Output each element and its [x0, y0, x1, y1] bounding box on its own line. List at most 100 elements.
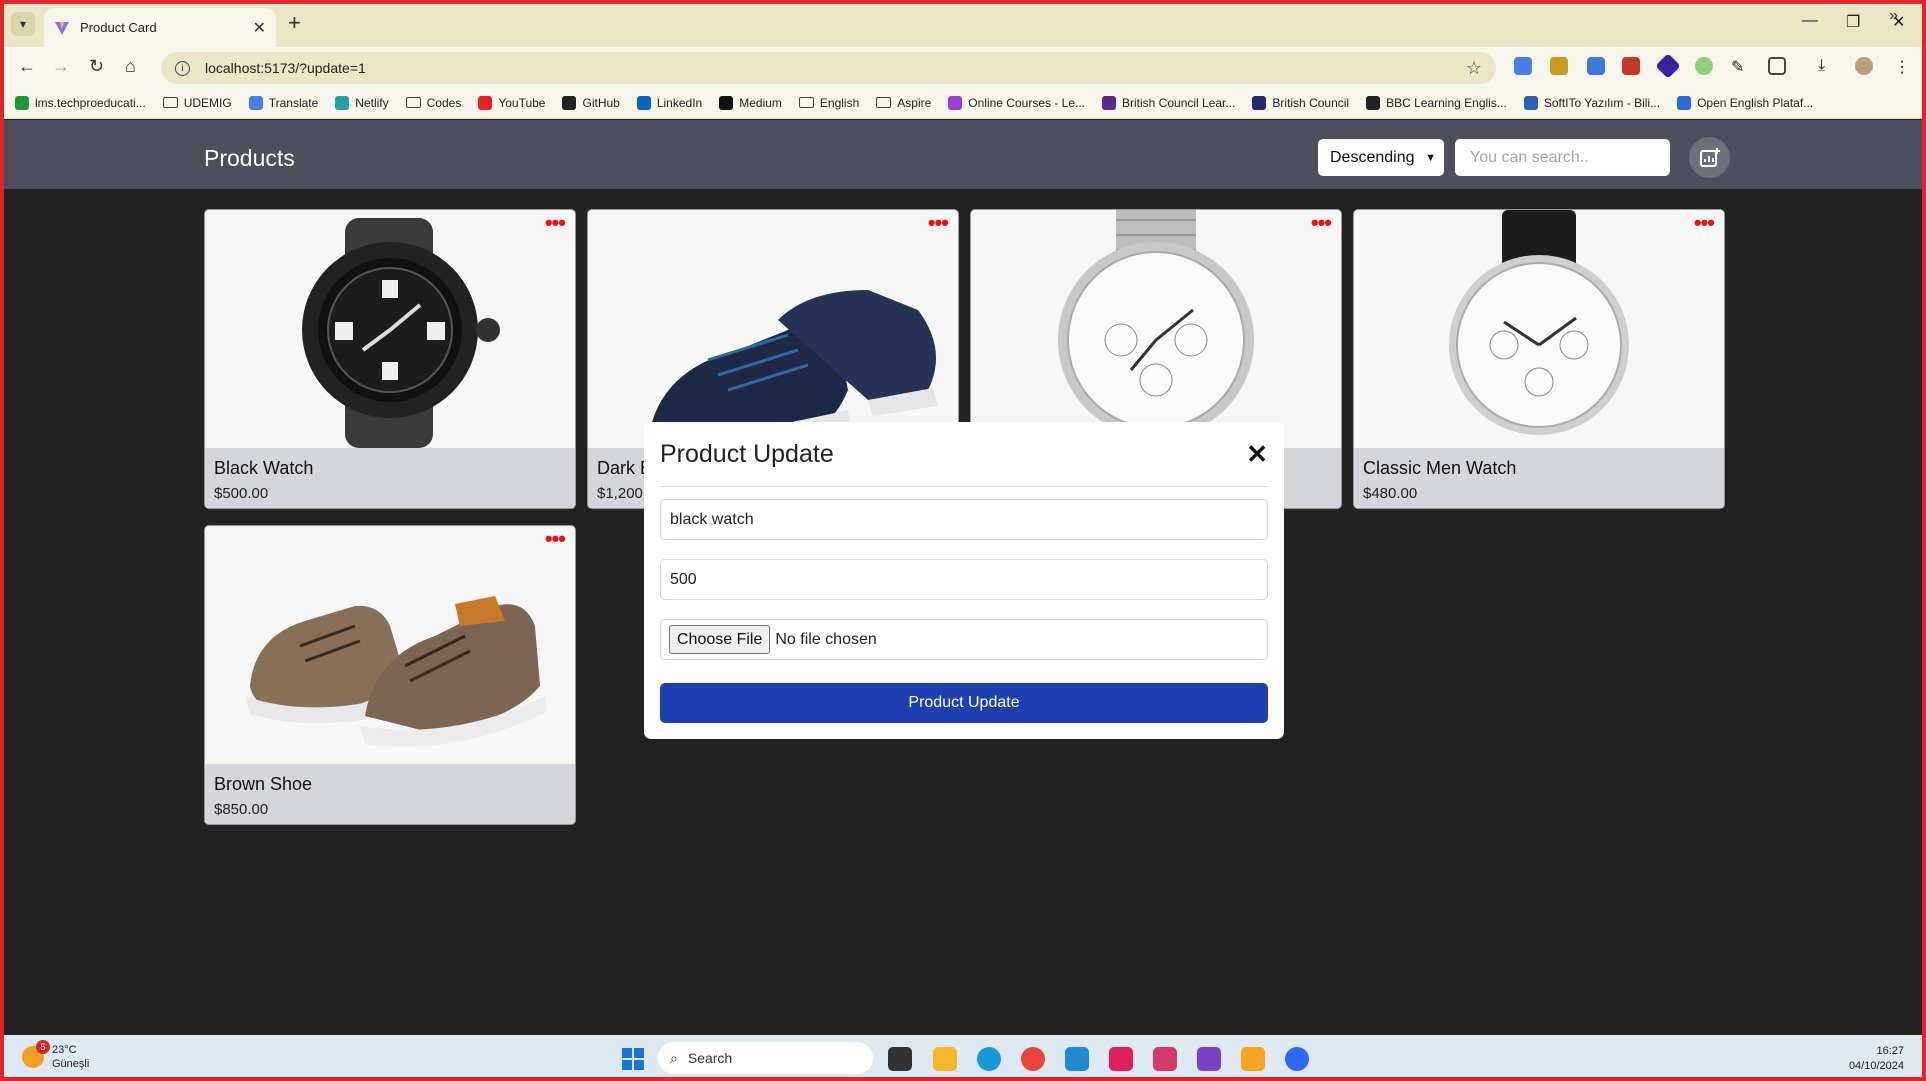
bookmark-item[interactable]: English	[798, 96, 859, 110]
product-card[interactable]: ••• Black Watch $500.00	[204, 209, 576, 509]
udemy-icon	[948, 95, 963, 110]
search-input[interactable]	[1455, 139, 1670, 176]
snipping-tool-icon[interactable]	[1153, 1047, 1177, 1071]
bbc-icon	[1366, 95, 1381, 110]
address-bar[interactable]: i localhost:5173/?update=1 ☆	[161, 52, 1496, 84]
edge-icon[interactable]	[977, 1047, 1001, 1071]
home-icon[interactable]: ⌂	[125, 56, 136, 76]
product-image	[205, 210, 575, 448]
clock-time: 16:27	[1876, 1045, 1904, 1057]
card-menu-icon[interactable]: •••	[1694, 212, 1715, 234]
bookmark-item[interactable]: YouTube	[478, 95, 545, 110]
doc-extension-icon[interactable]	[1587, 57, 1605, 75]
bookmark-label: Medium	[739, 95, 782, 110]
tab-search-button[interactable]: ▾	[11, 12, 35, 36]
chrome-icon[interactable]	[1021, 1047, 1045, 1071]
netlify-icon	[335, 95, 350, 110]
card-info: Black Watch $500.00	[205, 448, 575, 508]
medium-icon	[719, 95, 734, 110]
bookmark-item[interactable]: British Council Lear...	[1102, 95, 1235, 110]
close-icon[interactable]: ✕	[1246, 439, 1268, 470]
bookmark-label: SoftITo Yazılım - Bili...	[1543, 95, 1661, 110]
bookmark-item[interactable]: Codes	[405, 96, 461, 110]
profile-avatar[interactable]	[1855, 57, 1873, 75]
bookmark-item[interactable]: Online Courses - Le...	[948, 95, 1085, 110]
reload-icon[interactable]: ↻	[89, 56, 104, 76]
modal-title: Product Update	[660, 439, 834, 468]
browser-tab[interactable]: Product Card ✕	[44, 8, 276, 47]
card-menu-icon[interactable]: •••	[545, 212, 566, 234]
task-view-icon[interactable]	[888, 1047, 912, 1071]
site-info-icon[interactable]: i	[175, 60, 190, 76]
page-title: Products	[204, 145, 295, 171]
product-image	[205, 526, 575, 764]
weather-condition: Güneşli	[52, 1058, 90, 1070]
bookmark-item[interactable]: lms.techproeducati...	[15, 95, 146, 110]
youtube-icon	[478, 95, 493, 110]
card-menu-icon[interactable]: •••	[545, 528, 566, 550]
bookmark-item[interactable]: LinkedIn	[636, 95, 702, 110]
card-menu-icon[interactable]: •••	[1311, 212, 1332, 234]
product-card[interactable]: ••• Brown Shoe $850.00	[204, 525, 576, 825]
weather-widget[interactable]: 5 23°C Güneşli	[22, 1040, 90, 1071]
bookmark-item[interactable]: Medium	[719, 95, 782, 110]
product-update-modal: Product Update ✕ black watch 500 Choose …	[644, 422, 1284, 739]
browser-menu-icon[interactable]: ⋮	[1893, 57, 1911, 76]
restore-icon[interactable]: ❐	[1846, 12, 1860, 32]
tab-title: Product Card	[80, 20, 157, 35]
taskbar-search-label: Search	[687, 1050, 733, 1066]
check-icon	[15, 95, 29, 110]
card-info: Brown Shoe $850.00	[205, 764, 575, 824]
sort-select-value: Descending	[1330, 148, 1415, 166]
card-menu-icon[interactable]: •••	[928, 212, 949, 234]
choose-file-button[interactable]: Choose File	[669, 625, 771, 654]
translate-icon	[248, 95, 263, 110]
new-tab-button[interactable]: +	[288, 12, 301, 34]
bookmark-item[interactable]: UDEMIG	[162, 96, 232, 110]
system-clock[interactable]: 16:27 04/10/2024	[1849, 1044, 1904, 1074]
vscode-icon[interactable]	[1065, 1047, 1089, 1071]
bookmark-item[interactable]: GitHub	[562, 95, 620, 110]
more-bookmarks-icon[interactable]: »	[1889, 7, 1898, 25]
sort-select[interactable]: Descending ▼	[1318, 139, 1444, 176]
minimize-icon[interactable]: —	[1802, 12, 1818, 30]
wallet-extension-icon[interactable]	[1550, 57, 1568, 75]
bookmark-item[interactable]: Netlify	[335, 95, 389, 110]
bookmark-item[interactable]: BBC Learning Englis...	[1366, 95, 1507, 110]
bookmark-item[interactable]: SoftITo Yazılım - Bili...	[1523, 95, 1661, 110]
download-icon[interactable]: ⤓	[1818, 57, 1836, 75]
forward-icon[interactable]: →	[52, 56, 70, 76]
product-card[interactable]: ••• Classic Men Watch $480.00	[1353, 209, 1725, 509]
calendar-extension-icon[interactable]	[1622, 57, 1640, 75]
product-price-field[interactable]: 500	[660, 559, 1268, 600]
app-header: Products Descending ▼	[4, 120, 1922, 189]
product-update-button[interactable]: Product Update	[660, 683, 1268, 723]
taskbar-search[interactable]: ⌕ Search	[658, 1042, 873, 1074]
product-name: Classic Men Watch	[1363, 458, 1517, 478]
file-explorer-icon[interactable]	[933, 1047, 957, 1071]
zoom-icon[interactable]	[1285, 1047, 1309, 1071]
back-icon[interactable]: ←	[18, 56, 36, 76]
windows-start-icon[interactable]	[622, 1048, 644, 1070]
bootstrap-icon[interactable]	[1197, 1047, 1221, 1071]
slack-icon[interactable]	[1109, 1047, 1133, 1071]
close-tab-icon[interactable]: ✕	[253, 18, 266, 38]
bookmark-star-icon[interactable]: ☆	[1466, 58, 1482, 79]
globe-extension-icon[interactable]	[1695, 57, 1713, 75]
translate-extension-icon[interactable]	[1514, 57, 1532, 75]
tab-strip: ▾ Product Card ✕ + — ❐ ✕	[0, 0, 1926, 47]
product-name-field[interactable]: black watch	[660, 499, 1268, 540]
product-image-file-input[interactable]: Choose File No file chosen	[660, 619, 1268, 660]
add-product-button[interactable]	[1689, 137, 1730, 178]
firebase-icon[interactable]	[1241, 1047, 1265, 1071]
folder-icon	[162, 97, 178, 108]
extensions-puzzle-icon[interactable]	[1768, 57, 1786, 75]
search-icon: ⌕	[670, 1049, 678, 1066]
bookmark-label: Open English Plataf...	[1697, 95, 1814, 110]
bookmark-item[interactable]: Translate	[248, 95, 318, 110]
bookmark-item[interactable]: British Council	[1252, 95, 1349, 110]
british-council-icon	[1252, 95, 1267, 110]
eyedropper-icon[interactable]: ✎	[1731, 57, 1749, 76]
bookmark-item[interactable]: Aspire	[876, 96, 931, 110]
bookmark-item[interactable]: Open English Plataf...	[1677, 95, 1814, 110]
